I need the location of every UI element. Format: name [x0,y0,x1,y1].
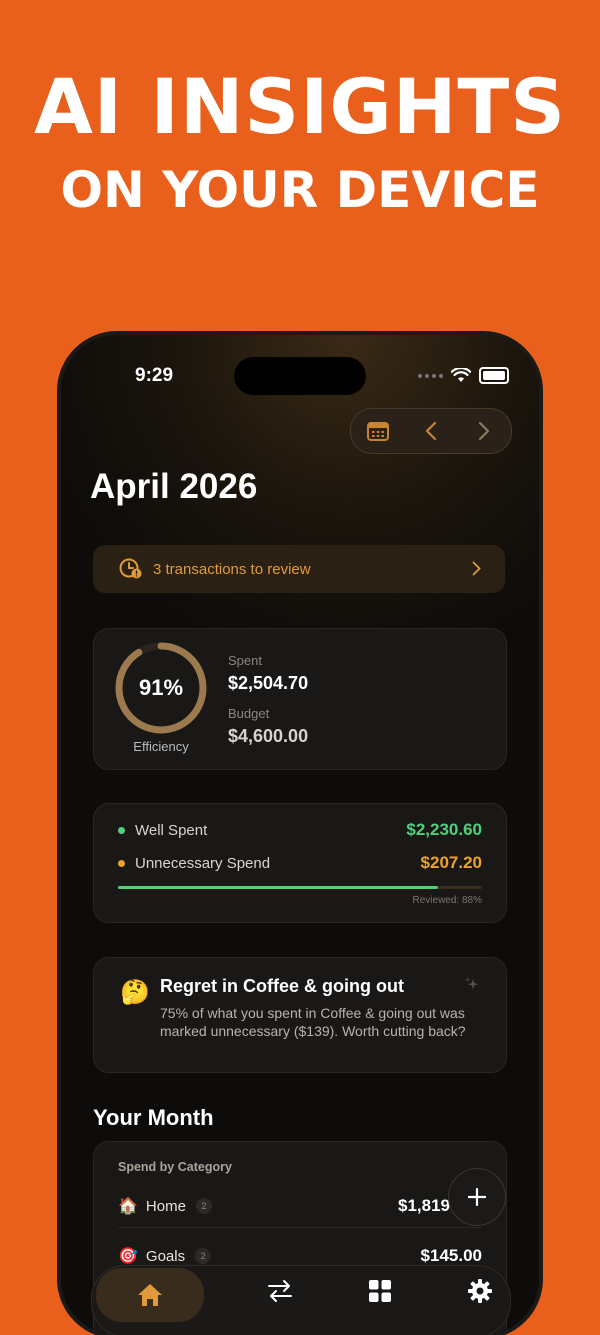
phone-screen: 9:29 April 2026 3 transactions to review… [61,335,539,1335]
spend-breakdown-card[interactable]: Well Spent $2,230.60 Unnecessary Spend $… [93,803,507,923]
insight-body: 75% of what you spent in Coffee & going … [160,1005,466,1039]
category-heading: Spend by Category [118,1160,232,1174]
calendar-button[interactable] [358,411,398,451]
page-title: April 2026 [90,467,258,506]
review-banner[interactable]: 3 transactions to review [93,545,505,593]
add-transaction-button[interactable] [448,1168,506,1226]
category-name: Home [145,1197,186,1215]
chevron-right-icon [479,421,490,441]
transfer-arrows-icon [268,1280,292,1302]
reviewed-progress-fill [118,886,439,889]
house-icon: 🏠 [118,1198,138,1215]
green-dot-icon [118,826,125,834]
clock-alert-icon [119,558,142,579]
category-row-home[interactable]: 🏠 Home 2 $1,819 [118,1194,482,1218]
tab-home[interactable] [96,1268,204,1322]
unnecessary-row: Unnecessary Spend $207.20 [118,852,482,874]
reviewed-progress-bar [118,886,482,889]
status-time: 9:29 [135,365,174,386]
efficiency-card[interactable]: 91% Efficiency Spent $2,504.70 Budget $4… [93,628,507,770]
spent-label: Spent [228,653,262,668]
budget-value: $4,600.00 [228,726,309,746]
spent-value: $2,504.70 [228,673,309,693]
efficiency-label: Efficiency [133,739,189,754]
tab-bar [91,1265,511,1335]
category-count-badge: 2 [195,1248,212,1264]
category-amount: $1,819 [398,1196,450,1215]
previous-month-button[interactable] [411,411,451,451]
well-spent-value: $2,230.60 [406,820,482,839]
sparkle-icon [465,977,478,990]
review-banner-text: 3 transactions to review [153,560,311,578]
tab-overview[interactable] [330,1266,430,1316]
insight-card[interactable]: 🤔 Regret in Coffee & going out 75% of wh… [93,957,507,1073]
efficiency-percent: 91% [138,675,184,700]
category-count-badge: 2 [195,1198,212,1214]
signal-icon [418,373,443,378]
thinking-face-icon: 🤔 [120,979,150,1006]
next-month-button[interactable] [464,411,504,451]
hero-subtitle: ON YOUR DEVICE [60,161,540,219]
wifi-icon [451,368,471,382]
status-indicators [418,367,509,384]
target-icon: 🎯 [118,1248,138,1265]
well-spent-row: Well Spent $2,230.60 [118,819,482,841]
reviewed-text: Reviewed: 88% [412,895,482,906]
well-spent-label: Well Spent [135,821,208,839]
tab-settings[interactable] [430,1266,530,1316]
section-title: Your Month [93,1105,214,1130]
grid-icon [369,1280,391,1302]
orange-dot-icon [118,859,125,867]
budget-label: Budget [228,706,270,721]
category-name: Goals [145,1247,186,1265]
divider [118,1227,482,1228]
tab-transactions[interactable] [230,1266,330,1316]
month-navigator [350,408,512,454]
gear-icon [468,1279,492,1303]
hero-title: AI INSIGHTS [33,62,566,151]
category-amount: $145.00 [420,1246,482,1265]
battery-icon [479,367,509,384]
calendar-icon [366,422,389,441]
plus-icon [468,1188,486,1206]
dynamic-island [234,357,366,395]
unnecessary-label: Unnecessary Spend [135,854,271,872]
insight-title: Regret in Coffee & going out [160,976,404,996]
chevron-left-icon [425,421,437,441]
unnecessary-value: $207.20 [420,853,482,872]
home-icon [138,1284,162,1306]
chevron-right-icon [472,561,481,576]
